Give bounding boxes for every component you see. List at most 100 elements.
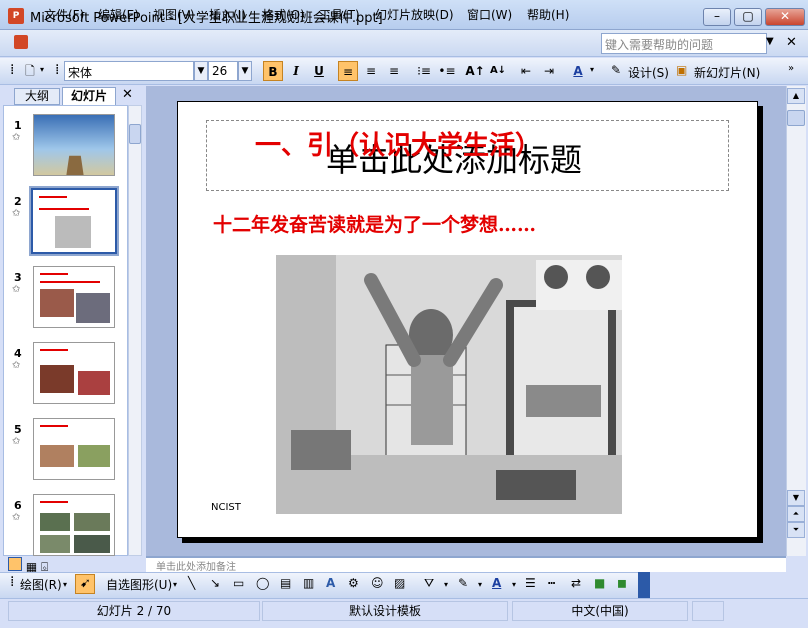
toolbar-options-icon[interactable]: » xyxy=(788,63,794,74)
animation-star-icon: ✩ xyxy=(12,132,21,143)
font-color-dropdown-icon[interactable]: ▾ xyxy=(590,65,594,74)
line-color-dropdown-icon[interactable]: ▾ xyxy=(478,580,482,589)
bold-button[interactable]: B xyxy=(263,61,283,81)
slide-thumbnail[interactable] xyxy=(33,266,115,328)
menu-tools[interactable]: 工具(T) xyxy=(319,6,360,23)
shadow-style-icon[interactable]: ■ xyxy=(594,576,605,590)
slide-thumbnail-selected[interactable] xyxy=(29,186,119,256)
arrow-style-icon[interactable]: ⇄ xyxy=(571,576,581,590)
fill-color-icon[interactable]: ⛛ xyxy=(424,576,434,591)
slide-thumbnail[interactable] xyxy=(33,494,115,556)
thumb-title-line xyxy=(40,273,68,275)
document-close-icon[interactable]: ✕ xyxy=(786,35,797,50)
thumb-title-line xyxy=(40,349,68,351)
toolbar-options-icon[interactable] xyxy=(638,572,650,598)
new-slide-button[interactable]: 新幻灯片(N) xyxy=(694,64,760,81)
slide-thumbnail[interactable] xyxy=(33,418,115,480)
oval-icon[interactable]: ◯ xyxy=(256,576,269,590)
menu-format[interactable]: 格式(O) xyxy=(262,6,305,23)
decrease-indent-icon[interactable]: ⇤ xyxy=(516,61,536,81)
menu-help[interactable]: 帮助(H) xyxy=(527,6,569,23)
menu-window[interactable]: 窗口(W) xyxy=(467,6,512,23)
select-objects-icon[interactable]: ➹ xyxy=(75,574,95,594)
fill-color-dropdown-icon[interactable]: ▾ xyxy=(444,580,448,589)
align-center-icon[interactable]: ≡ xyxy=(361,61,381,81)
slide-thumbnail[interactable] xyxy=(33,342,115,404)
menu-file[interactable]: 文件(F) xyxy=(44,6,84,23)
font-size-input[interactable]: 26 xyxy=(208,61,238,81)
align-left-icon[interactable]: ≡ xyxy=(338,61,358,81)
3d-style-icon[interactable]: ◼ xyxy=(617,576,627,590)
line-color-icon[interactable]: ✎ xyxy=(458,576,468,590)
tab-slides[interactable]: 幻灯片 xyxy=(62,87,116,105)
scroll-down-icon[interactable]: ▼ xyxy=(787,490,805,506)
notes-pane[interactable]: 单击此处添加备注 xyxy=(146,556,786,572)
font-color-icon[interactable]: A xyxy=(568,61,588,81)
status-language: 中文(中国) xyxy=(512,601,688,621)
previous-slide-icon[interactable]: ⏶ xyxy=(787,506,805,522)
menu-insert[interactable]: 插入(I) xyxy=(209,6,246,23)
line-icon[interactable]: ╲ xyxy=(188,576,195,590)
slide-footer: NCIST xyxy=(211,502,241,513)
autoshapes-button[interactable]: 自选图形(U) xyxy=(106,576,172,593)
slide-subtitle[interactable]: 十二年发奋苦读就是为了一个梦想…… xyxy=(213,210,536,237)
align-right-icon[interactable]: ≡ xyxy=(384,61,404,81)
bullets-icon[interactable]: •≡ xyxy=(437,61,457,81)
slide-thumbnail[interactable] xyxy=(33,114,115,176)
vertical-textbox-icon[interactable]: ▥ xyxy=(303,576,314,590)
scroll-up-icon[interactable]: ▲ xyxy=(787,88,805,104)
animation-star-icon: ✩ xyxy=(12,512,21,523)
picture-icon[interactable]: ▨ xyxy=(394,576,405,590)
powerpoint-icon[interactable]: P xyxy=(8,8,24,24)
help-dropdown-icon[interactable]: ▼ xyxy=(766,36,774,47)
font-dropdown-icon[interactable]: ▼ xyxy=(194,61,208,81)
panel-close-icon[interactable]: ✕ xyxy=(122,87,133,102)
next-slide-icon[interactable]: ⏷ xyxy=(787,522,805,538)
maximize-button[interactable]: ▢ xyxy=(734,8,762,26)
animation-star-icon: ✩ xyxy=(12,284,21,295)
scroll-thumb[interactable] xyxy=(787,110,805,126)
thumbnails-scroll-thumb[interactable] xyxy=(129,124,141,144)
rectangle-icon[interactable]: ▭ xyxy=(233,576,244,590)
menu-view[interactable]: 视图(V) xyxy=(153,6,195,23)
font-name-input[interactable]: 宋体 xyxy=(64,61,194,81)
draw-dropdown-icon[interactable]: ▾ xyxy=(63,580,67,589)
clipart-icon[interactable]: ☺ xyxy=(371,576,384,590)
tab-outline[interactable]: 大纲 xyxy=(14,88,60,105)
numbering-icon[interactable]: ⁝≡ xyxy=(414,61,434,81)
increase-font-icon[interactable]: A↑ xyxy=(465,61,485,81)
underline-button[interactable]: U xyxy=(309,61,329,81)
menu-app-icon[interactable] xyxy=(8,33,38,53)
menu-edit[interactable]: 编辑(E) xyxy=(98,6,139,23)
minimize-button[interactable]: – xyxy=(703,8,731,26)
draw-menu-button[interactable]: 绘图(R) xyxy=(20,576,62,593)
font-color-dropdown-icon[interactable]: ▾ xyxy=(512,580,516,589)
autoshapes-dropdown-icon[interactable]: ▾ xyxy=(173,580,177,589)
slide-title[interactable]: 一、引（认识大学生活） xyxy=(255,125,541,162)
new-slide-icon: ▣ xyxy=(676,63,688,77)
line-style-icon[interactable]: ☰ xyxy=(525,576,536,590)
design-button[interactable]: 设计(S) xyxy=(628,64,669,81)
thumb-photo xyxy=(40,365,74,393)
arrow-icon[interactable]: ↘ xyxy=(210,576,220,590)
decrease-font-icon[interactable]: A↓ xyxy=(488,61,508,81)
textbox-icon[interactable]: ▤ xyxy=(280,576,291,590)
thumbnails-scrollbar[interactable] xyxy=(128,105,142,556)
normal-view-icon[interactable] xyxy=(8,557,22,571)
increase-indent-icon[interactable]: ⇥ xyxy=(539,61,559,81)
toolbar-options-icon[interactable]: ▾ xyxy=(40,65,44,74)
menu-slideshow[interactable]: 幻灯片放映(D) xyxy=(375,6,454,23)
student-photo[interactable] xyxy=(276,255,622,514)
font-color-icon[interactable]: A xyxy=(492,576,501,590)
vertical-scrollbar[interactable] xyxy=(786,86,806,556)
help-search-input[interactable]: 键入需要帮助的问题 xyxy=(601,33,767,54)
close-button[interactable]: ✕ xyxy=(765,8,805,26)
thumb-text-line xyxy=(39,208,89,210)
new-document-icon[interactable]: 🗋 xyxy=(20,61,40,81)
font-size-dropdown-icon[interactable]: ▼ xyxy=(238,61,252,81)
dash-style-icon[interactable]: ┅ xyxy=(548,576,555,590)
wordart-icon[interactable]: A xyxy=(326,576,335,590)
diagram-icon[interactable]: ⚙ xyxy=(348,576,359,590)
italic-button[interactable]: I xyxy=(286,61,306,81)
status-empty xyxy=(692,601,724,621)
